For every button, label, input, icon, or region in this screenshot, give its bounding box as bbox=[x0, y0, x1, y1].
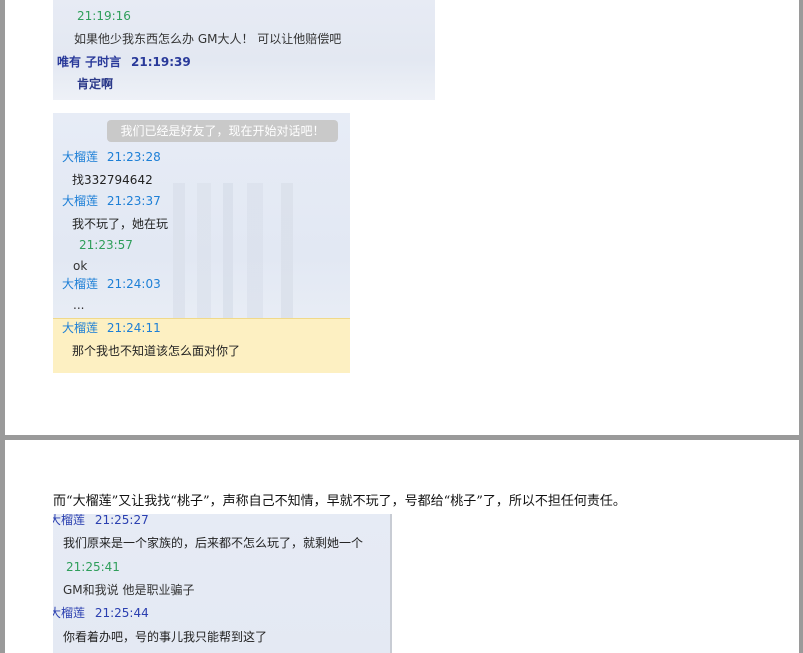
message-text: 如果他少我东西怎么办 GM大人！ 可以让他赔偿吧 bbox=[74, 32, 342, 46]
message-header: 大榴莲 21:24:03 bbox=[62, 277, 161, 291]
message-time: 21:25:41 bbox=[66, 560, 120, 574]
message-text: 我们原来是一个家族的，后来都不怎么玩了，就剩她一个 bbox=[63, 536, 364, 550]
message-text: 你看着办吧，号的事儿我只能帮到这了 bbox=[63, 630, 268, 644]
document-page-1: 21:19:16 如果他少我东西怎么办 GM大人！ 可以让他赔偿吧 唯有 子时言… bbox=[5, 0, 799, 435]
sender-name: 大榴莲 bbox=[62, 321, 99, 335]
message-time: 21:24:11 bbox=[106, 321, 161, 335]
friend-notice: 我们已经是好友了，现在开始对话吧！ bbox=[107, 120, 338, 142]
message-header: 大榴莲 21:25:27 bbox=[53, 514, 149, 527]
message-time: 21:19:39 bbox=[131, 55, 191, 69]
message-text: 我不玩了，她在玩 bbox=[72, 217, 169, 231]
message-time: 21:25:44 bbox=[94, 606, 149, 620]
message-header: 大榴莲 21:25:44 bbox=[53, 606, 149, 620]
message-text: 肯定啊 bbox=[77, 77, 114, 91]
message-time: 21:24:03 bbox=[106, 277, 161, 291]
body-paragraph: 而“大榴莲”又让我找“桃子”，声称自己不知情，早就不玩了，号都给“桃子”了，所以… bbox=[53, 494, 626, 509]
message-time: 21:23:37 bbox=[106, 194, 161, 208]
message-text: 找332794642 bbox=[72, 173, 153, 187]
sender-name: 大榴莲 bbox=[62, 194, 99, 208]
message-header: 大榴莲 21:23:37 bbox=[62, 194, 161, 208]
chat-screenshot-2: 我们已经是好友了，现在开始对话吧！ 大榴莲 21:23:28 找33279464… bbox=[53, 113, 350, 373]
message-time: 21:19:16 bbox=[77, 9, 131, 23]
message-text: 那个我也不知道该怎么面对你了 bbox=[72, 344, 241, 358]
document-page-2: 而“大榴莲”又让我找“桃子”，声称自己不知情，早就不玩了，号都给“桃子”了，所以… bbox=[5, 440, 799, 653]
chat-screenshot-3: 大榴莲 21:25:27 我们原来是一个家族的，后来都不怎么玩了，就剩她一个 2… bbox=[53, 514, 392, 653]
sender-name: 大榴莲 bbox=[53, 514, 86, 527]
message-text: ... bbox=[73, 298, 85, 312]
message-text: GM和我说 他是职业骗子 bbox=[63, 583, 195, 597]
sender-name: 大榴莲 bbox=[53, 606, 86, 620]
message-time: 21:23:28 bbox=[106, 150, 161, 164]
chat-screenshot-1: 21:19:16 如果他少我东西怎么办 GM大人！ 可以让他赔偿吧 唯有 子时言… bbox=[53, 0, 435, 100]
message-time: 21:25:27 bbox=[94, 514, 149, 527]
sender-name: 大榴莲 bbox=[62, 277, 99, 291]
message-text: ok bbox=[73, 259, 88, 273]
background-skyline bbox=[163, 183, 350, 323]
message-time: 21:23:57 bbox=[79, 238, 133, 252]
message-header: 大榴莲 21:23:28 bbox=[62, 150, 161, 164]
sender-name: 大榴莲 bbox=[62, 150, 99, 164]
message-header: 大榴莲 21:24:11 bbox=[62, 321, 161, 335]
sender-name: 唯有 子时言 bbox=[57, 55, 122, 69]
message-header: 唯有 子时言 21:19:39 bbox=[57, 55, 191, 69]
